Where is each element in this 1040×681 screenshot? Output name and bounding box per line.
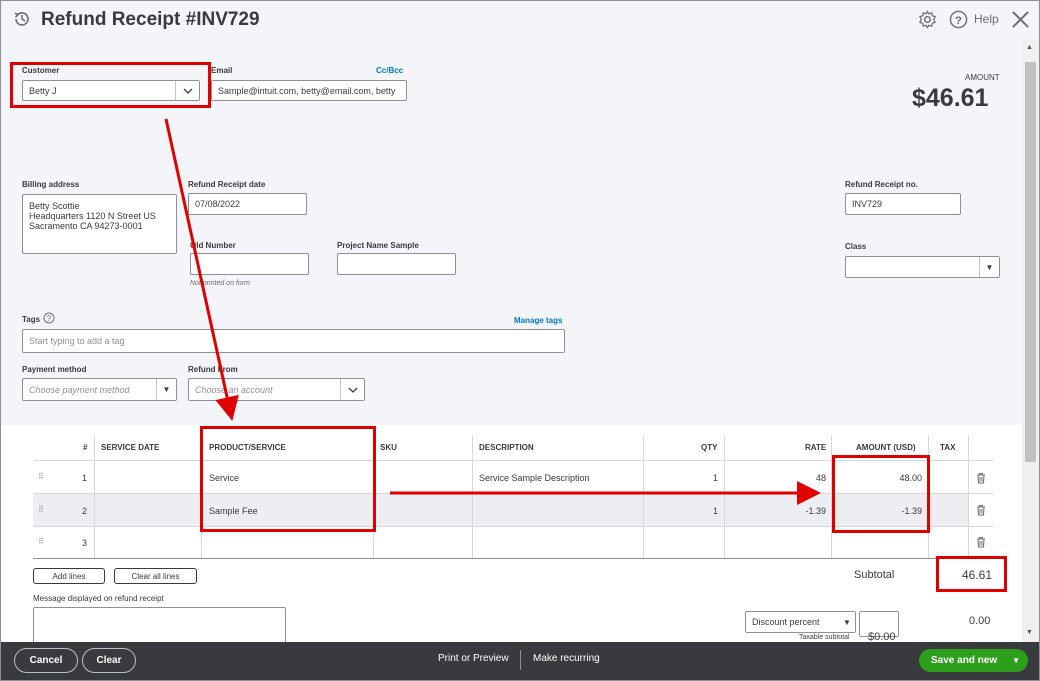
col-header-rate: RATE bbox=[805, 443, 827, 452]
message-label: Message displayed on refund receipt bbox=[33, 594, 164, 603]
old-number-label: Old Number bbox=[190, 241, 236, 250]
row-qty[interactable]: 1 bbox=[690, 473, 718, 483]
class-select[interactable]: ▼ bbox=[845, 256, 1000, 278]
email-field[interactable]: Sample@intuit.com, betty@email.com, bett… bbox=[211, 80, 407, 101]
trash-icon[interactable] bbox=[975, 472, 987, 484]
add-lines-button[interactable]: Add lines bbox=[33, 568, 105, 584]
old-number-hint: Not printed on form bbox=[190, 280, 250, 287]
payment-method-select[interactable]: Choose payment method ▼ bbox=[22, 378, 177, 401]
tags-input[interactable]: Start typing to add a tag bbox=[22, 329, 565, 353]
customer-value: Betty J bbox=[29, 85, 57, 96]
trash-icon[interactable] bbox=[975, 536, 987, 548]
table-row-highlight bbox=[33, 494, 968, 526]
col-header-sku: SKU bbox=[380, 443, 397, 452]
col-header-amount: AMOUNT (USD) bbox=[856, 443, 916, 452]
message-field[interactable] bbox=[33, 607, 286, 643]
header: Refund Receipt #INV729 ? Help bbox=[0, 0, 1040, 40]
discount-type-select[interactable]: Discount percent ▼ bbox=[745, 611, 856, 633]
row-product[interactable]: Sample Fee bbox=[209, 506, 258, 516]
scrollbar-thumb[interactable] bbox=[1025, 62, 1036, 462]
col-header-product-service: PRODUCT/SERVICE bbox=[209, 443, 286, 452]
trash-icon[interactable] bbox=[975, 504, 987, 516]
row-product[interactable]: Service bbox=[209, 473, 239, 483]
amount-label: AMOUNT bbox=[965, 73, 1000, 82]
row-qty[interactable]: 1 bbox=[690, 506, 718, 516]
cc-bcc-link[interactable]: Cc/Bcc bbox=[376, 66, 403, 75]
discount-type-value: Discount percent bbox=[752, 617, 820, 627]
chevron-down-icon[interactable] bbox=[175, 81, 199, 100]
class-label: Class bbox=[845, 242, 867, 251]
refund-no-label: Refund Receipt no. bbox=[845, 180, 918, 189]
payment-method-label: Payment method bbox=[22, 365, 87, 374]
project-name-field[interactable] bbox=[337, 253, 456, 275]
caret-down-icon[interactable]: ▼ bbox=[839, 612, 855, 632]
history-icon[interactable] bbox=[12, 9, 32, 29]
row-number: 1 bbox=[82, 473, 88, 483]
refund-from-placeholder: Choose an account bbox=[195, 384, 273, 395]
row-number: 3 bbox=[82, 538, 88, 548]
customer-select[interactable]: Betty J bbox=[22, 80, 200, 101]
scroll-up-icon[interactable]: ▲ bbox=[1026, 44, 1033, 51]
refund-no-field[interactable]: INV729 bbox=[845, 193, 961, 215]
col-header-service-date: SERVICE DATE bbox=[101, 443, 160, 452]
row-description[interactable]: Service Sample Description bbox=[479, 473, 590, 483]
caret-down-icon[interactable]: ▼ bbox=[979, 257, 999, 277]
make-recurring-link[interactable]: Make recurring bbox=[533, 653, 600, 664]
payment-method-placeholder: Choose payment method bbox=[29, 384, 130, 395]
scroll-down-icon[interactable]: ▼ bbox=[1026, 629, 1033, 636]
billing-address-field[interactable]: Betty Scottie Headquarters 1120 N Street… bbox=[22, 194, 177, 254]
col-header-tax: TAX bbox=[940, 443, 956, 452]
row-rate[interactable]: -1.39 bbox=[780, 506, 826, 516]
help-link[interactable]: Help bbox=[974, 12, 999, 26]
tags-info-icon[interactable]: ? bbox=[43, 312, 55, 324]
col-header-description: DESCRIPTION bbox=[479, 443, 534, 452]
customer-label: Customer bbox=[22, 66, 60, 75]
manage-tags-link[interactable]: Manage tags bbox=[514, 316, 562, 325]
help-icon[interactable]: ? bbox=[949, 10, 968, 29]
clear-all-lines-button[interactable]: Clear all lines bbox=[114, 568, 197, 584]
old-number-field[interactable] bbox=[190, 253, 309, 275]
taxable-subtotal-value: $0.00 bbox=[868, 631, 896, 642]
refund-from-select[interactable]: Choose an account bbox=[188, 378, 365, 401]
save-and-new-button[interactable]: Save and new ▼ bbox=[919, 649, 1028, 672]
gear-icon[interactable] bbox=[918, 10, 937, 29]
row-amount[interactable]: 48.00 bbox=[860, 473, 922, 483]
row-amount[interactable]: -1.39 bbox=[860, 506, 922, 516]
page-title: Refund Receipt #INV729 bbox=[41, 9, 260, 30]
save-and-new-label: Save and new bbox=[931, 655, 998, 666]
amount-value: $46.61 bbox=[912, 84, 989, 112]
refund-date-label: Refund Receipt date bbox=[188, 180, 266, 189]
chevron-down-icon[interactable] bbox=[340, 379, 364, 400]
discount-amount: 0.00 bbox=[969, 615, 991, 627]
drag-handle-icon[interactable]: ⠿ bbox=[38, 537, 48, 546]
print-preview-link[interactable]: Print or Preview bbox=[438, 653, 509, 664]
tags-label: Tags bbox=[22, 315, 41, 324]
svg-text:?: ? bbox=[955, 15, 962, 27]
email-label: Email bbox=[211, 66, 233, 75]
col-header-qty: QTY bbox=[701, 443, 718, 452]
refund-from-label: Refund From bbox=[188, 365, 238, 374]
subtotal-label: Subtotal bbox=[854, 569, 895, 581]
svg-text:?: ? bbox=[47, 314, 52, 323]
clear-button[interactable]: Clear bbox=[82, 648, 136, 673]
subtotal-value: 46.61 bbox=[962, 568, 993, 582]
refund-date-field[interactable]: 07/08/2022 bbox=[188, 193, 307, 215]
caret-down-icon[interactable]: ▼ bbox=[1012, 656, 1020, 665]
drag-handle-icon[interactable]: ⠿ bbox=[38, 505, 48, 514]
row-number: 2 bbox=[82, 506, 88, 516]
billing-address-label: Billing address bbox=[22, 180, 80, 189]
project-name-label: Project Name Sample bbox=[337, 241, 419, 250]
taxable-subtotal-label: Taxable subtotal bbox=[799, 634, 850, 641]
close-icon[interactable] bbox=[1011, 10, 1030, 29]
row-rate[interactable]: 48 bbox=[780, 473, 826, 483]
caret-down-icon[interactable]: ▼ bbox=[156, 379, 176, 400]
col-header-number: # bbox=[83, 443, 88, 452]
cancel-button[interactable]: Cancel bbox=[14, 648, 78, 673]
drag-handle-icon[interactable]: ⠿ bbox=[38, 472, 48, 481]
